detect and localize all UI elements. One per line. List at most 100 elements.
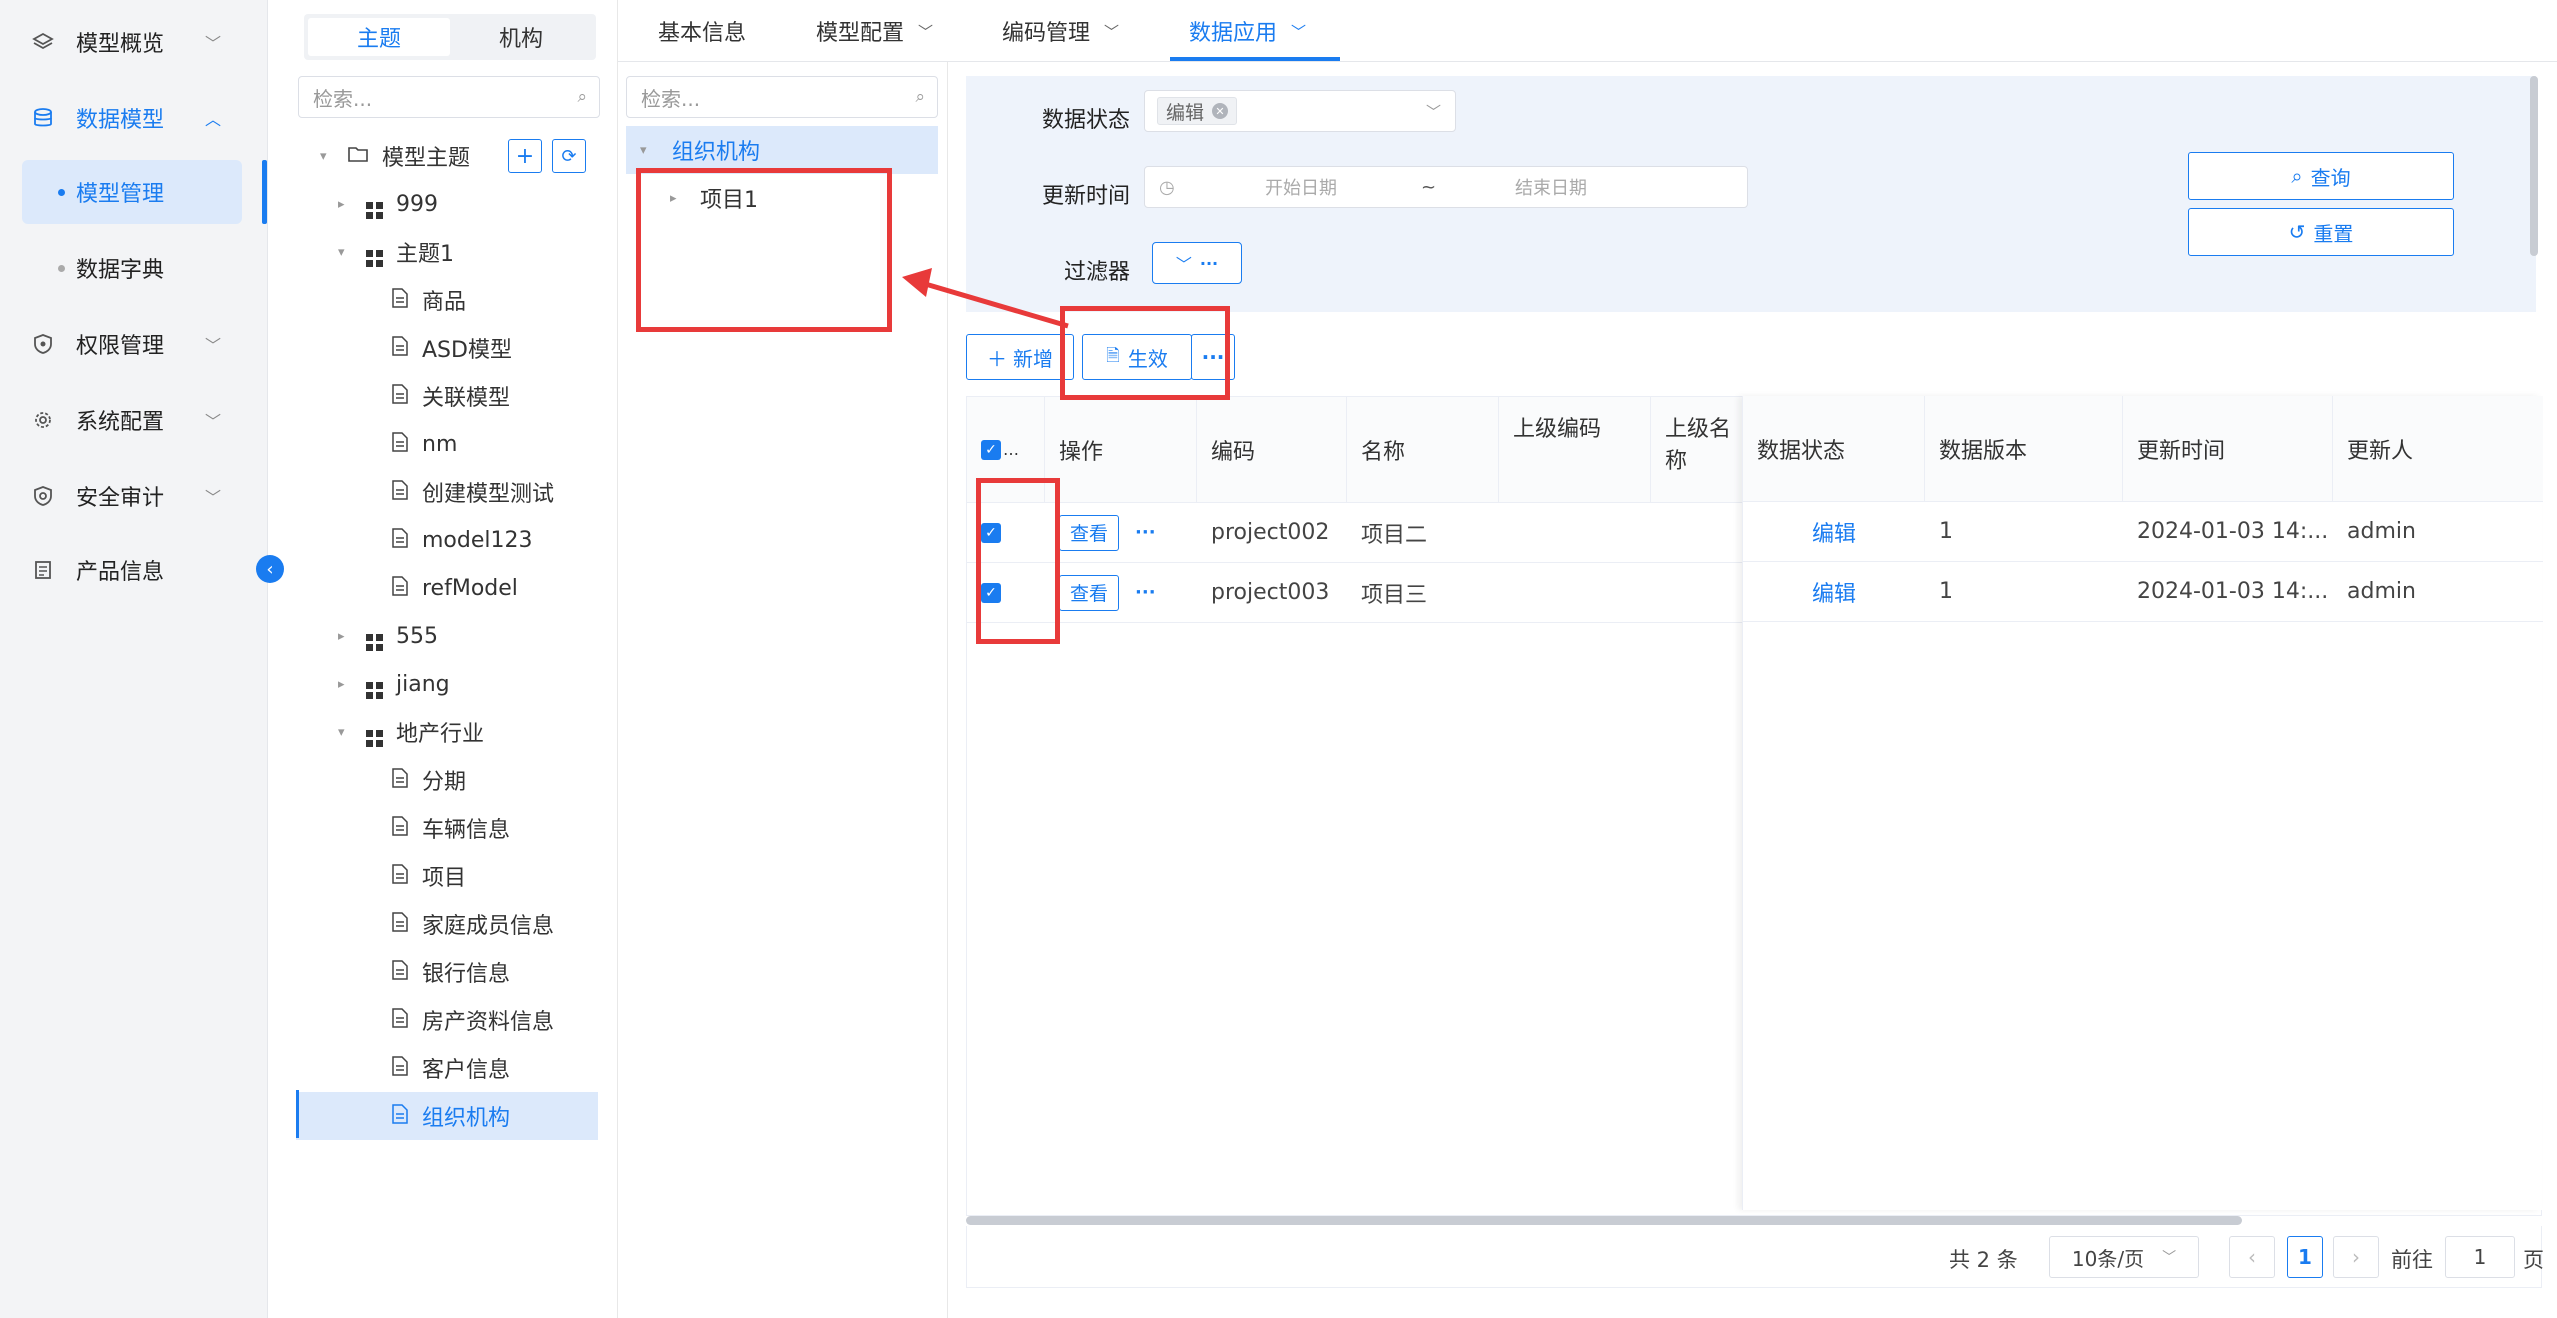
prev-page-button[interactable]: ‹ [2229,1236,2275,1278]
collapse-sidebar-button[interactable]: ‹ [256,555,284,583]
nav-item-data-model[interactable]: 数据模型 ︿ [0,86,268,150]
bullet-dot-icon [58,188,65,196]
end-date-input[interactable]: 结束日期 [1515,174,1587,200]
org-tree-panel: 检索... ⌕ ▾ 组织机构 ▸ 项目1 [618,62,948,1318]
page-size-select[interactable]: 10条/页 ﹀ [2049,1236,2199,1278]
status-tag-label: 编辑 [1166,101,1205,124]
goto-page-input[interactable]: 1 [2445,1236,2515,1278]
row-select-cell[interactable]: ✓ [967,503,1045,563]
document-icon [392,287,408,313]
tab-data-application[interactable]: 数据应用 ﹀ [1189,0,1306,62]
caret-right-icon[interactable]: ▸ [338,197,345,212]
tree-leaf-row[interactable]: 银行信息 [296,948,598,996]
nav-item-security-audit[interactable]: 安全审计 ﹀ [0,464,268,528]
caret-right-icon[interactable]: ▸ [338,677,345,692]
grid-icon [366,622,383,651]
caret-down-icon: ▾ [640,142,647,158]
status-link[interactable]: 编辑 [1812,576,1856,608]
chevron-left-icon: ‹ [266,558,274,580]
refresh-icon[interactable]: ⟳ [552,139,586,173]
row-select-cell[interactable]: ✓ [967,563,1045,623]
nav-item-product-info[interactable]: 产品信息 [0,538,268,602]
org-search-input[interactable]: 检索... ⌕ [626,76,938,118]
segment-theme[interactable]: 主题 [308,18,450,56]
nav-item-system-config[interactable]: 系统配置 ﹀ [0,388,268,452]
tree-leaf-row[interactable]: refModel [296,564,598,612]
start-date-input[interactable]: 开始日期 [1265,174,1337,200]
tab-label: 模型配置 [816,21,905,46]
nav-sub-data-dictionary[interactable]: 数据字典 [22,236,242,300]
header-update-time: 更新时间 [2123,396,2333,502]
tree-root[interactable]: ▾ 模型主题 + ⟳ [296,132,598,180]
tree-leaf-row[interactable]: 商品 [296,276,598,324]
cell-code: project002 [1197,503,1347,563]
tree-selection-indicator [296,1090,299,1138]
tree-leaf-row[interactable]: 关联模型 [296,372,598,420]
next-page-button[interactable]: › [2333,1236,2379,1278]
tree-leaf-row[interactable]: 房产资料信息 [296,996,598,1044]
tree-leaf-row[interactable]: 组织机构 [296,1092,598,1140]
tree-leaf-row[interactable]: 家庭成员信息 [296,900,598,948]
document-icon [392,575,408,601]
header-updater: 更新人 [2333,396,2543,502]
status-select[interactable]: 编辑 ✕ ﹀ [1144,90,1456,132]
document-icon: 🗎 [1106,345,1120,366]
date-range-picker[interactable]: ◷ 开始日期 ~ 结束日期 [1144,166,1748,208]
close-icon[interactable]: ✕ [1212,103,1229,119]
org-tree-child[interactable]: ▸ 项目1 [626,174,938,222]
view-button[interactable]: 查看 [1059,574,1120,611]
add-button[interactable]: ＋新增 [966,334,1074,380]
pagination: 共 2 条 10条/页 ﹀ ‹ 1 › 前往 1 页 [966,1226,2544,1288]
nav-item-permissions[interactable]: 权限管理 ﹀ [0,312,268,376]
tree-leaf-row[interactable]: 客户信息 [296,1044,598,1092]
nav-item-model-overview[interactable]: 模型概览 ﹀ [0,10,268,74]
filter-dropdown-button[interactable]: ﹀ ··· [1152,242,1242,284]
tree-row-label: 银行信息 [422,962,511,987]
reset-button[interactable]: ↺ 重置 [2188,208,2454,256]
tree-group-row[interactable]: ▾ 地产行业 [296,708,598,756]
filter-label: 过滤器 [1064,260,1131,285]
tab-model-config[interactable]: 模型配置 ﹀ [816,0,933,62]
add-theme-button[interactable]: + [508,139,542,173]
tree-group-row[interactable]: ▸ jiang [296,660,598,708]
tree-leaf-row[interactable]: 车辆信息 [296,804,598,852]
segment-org[interactable]: 机构 [450,18,592,56]
org-tree-root[interactable]: ▾ 组织机构 [626,126,938,174]
status-link[interactable]: 编辑 [1812,516,1856,548]
tree-group-row[interactable]: ▸ 555 [296,612,598,660]
nav-item-label: 模型概览 [76,32,165,57]
more-icon: ··· [1201,345,1225,369]
tab-code-management[interactable]: 编码管理 ﹀ [1002,0,1119,62]
tree-leaf-row[interactable]: nm [296,420,598,468]
tree-leaf-row[interactable]: model123 [296,516,598,564]
caret-right-icon[interactable]: ▸ [338,629,345,644]
tree-search-input[interactable]: 检索... ⌕ [298,76,600,118]
tree-row-label: jiang [396,671,450,697]
more-actions-button[interactable]: ··· [1191,334,1235,380]
select-all-header[interactable]: ✓… [967,397,1045,503]
document-icon [30,557,56,583]
tree-leaf-row[interactable]: 分期 [296,756,598,804]
nav-sub-model-management[interactable]: 模型管理 [22,160,242,224]
query-button[interactable]: ⌕ 查询 [2188,152,2454,200]
tree-leaf-row[interactable]: 项目 [296,852,598,900]
tree-row-label: model123 [422,527,533,553]
row-checkbox[interactable]: ✓ [981,522,1001,543]
more-icon[interactable]: ··· [1135,522,1156,543]
tree-group-row[interactable]: ▸ 999 [296,180,598,228]
table-horizontal-scrollbar[interactable] [966,1216,2242,1225]
row-checkbox[interactable]: ✓ [981,582,1001,603]
tree-leaf-row[interactable]: ASD模型 [296,324,598,372]
search-icon: ⌕ [915,87,925,107]
caret-down-icon[interactable]: ▾ [338,725,345,740]
caret-down-icon[interactable]: ▾ [338,245,345,260]
tab-basic-info[interactable]: 基本信息 [658,0,746,62]
tree-leaf-row[interactable]: 创建模型测试 [296,468,598,516]
more-icon[interactable]: ··· [1135,582,1156,603]
view-button[interactable]: 查看 [1059,514,1120,551]
tree-group-row[interactable]: ▾ 主题1 [296,228,598,276]
activate-button[interactable]: 🗎 生效 [1082,334,1192,380]
select-all-checkbox[interactable]: ✓ [981,439,1001,460]
page-1-button[interactable]: 1 [2287,1236,2323,1278]
filter-scrollbar[interactable] [2530,76,2538,256]
